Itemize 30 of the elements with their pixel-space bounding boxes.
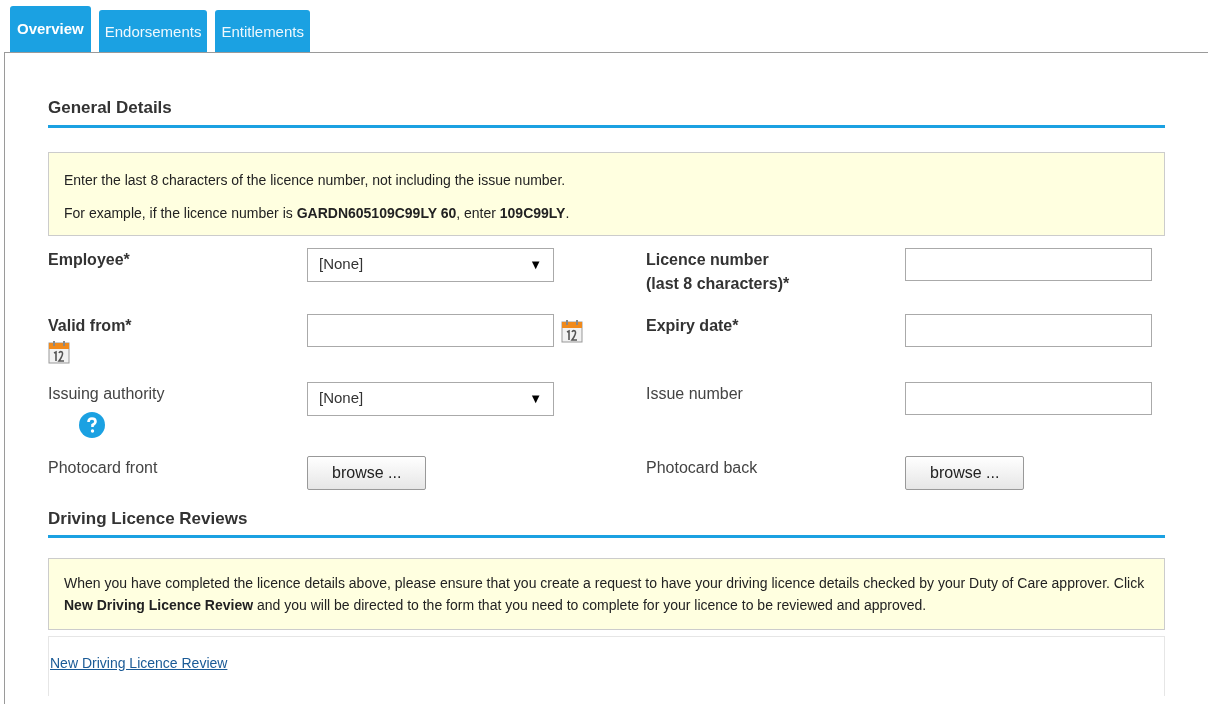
- section-heading: General Details: [48, 95, 1165, 128]
- info-text: For example, if the licence number is GARDN605109C99LY 60, enter 109C99LY.: [64, 203, 571, 223]
- dropdown[interactable]: [None] ▼: [307, 381, 554, 416]
- field-label: Employee*: [48, 249, 130, 270]
- calendar-icon[interactable]: [48, 339, 70, 364]
- field-label: Licence number: [646, 249, 769, 270]
- dropdown-value: [None]: [319, 254, 364, 275]
- dropdown-value: [None]: [319, 388, 364, 409]
- help-icon[interactable]: [79, 411, 105, 438]
- browse-button[interactable]: browse ...: [905, 455, 1025, 490]
- info-text: Enter the last 8 characters of the licence number, not including the issue number.: [64, 170, 567, 190]
- input-field[interactable]: [905, 247, 1152, 281]
- dropdown[interactable]: [None] ▼: [307, 247, 554, 282]
- field-label: Photocard front: [48, 457, 158, 478]
- info-text: When you have completed the licence details above, please ensure that you create a request to have your driving licence details checked by your Duty of Care approver. Click New Driving Licence Review and you will be directed to the form that you need to complete for your licence to be reviewed and approved.: [64, 574, 1146, 615]
- caret-icon: ▼: [529, 254, 542, 275]
- section-heading: Driving Licence Reviews: [48, 505, 1165, 538]
- field-label: Photocard back: [646, 457, 758, 478]
- field-label: Expiry date*: [646, 315, 739, 336]
- field-label: Issuing authority: [48, 383, 165, 404]
- calendar-icon[interactable]: [561, 318, 583, 343]
- input-field[interactable]: [905, 381, 1152, 415]
- field-label: Issue number: [646, 383, 743, 404]
- input-field[interactable]: [905, 313, 1152, 347]
- caret-icon: ▼: [529, 388, 542, 409]
- field-label: Valid from*: [48, 315, 132, 336]
- field-label: (last 8 characters)*: [646, 273, 790, 294]
- browse-button[interactable]: browse ...: [307, 455, 427, 490]
- new-review-link[interactable]: New Driving Licence Review: [50, 655, 228, 671]
- date-field[interactable]: [307, 313, 554, 347]
